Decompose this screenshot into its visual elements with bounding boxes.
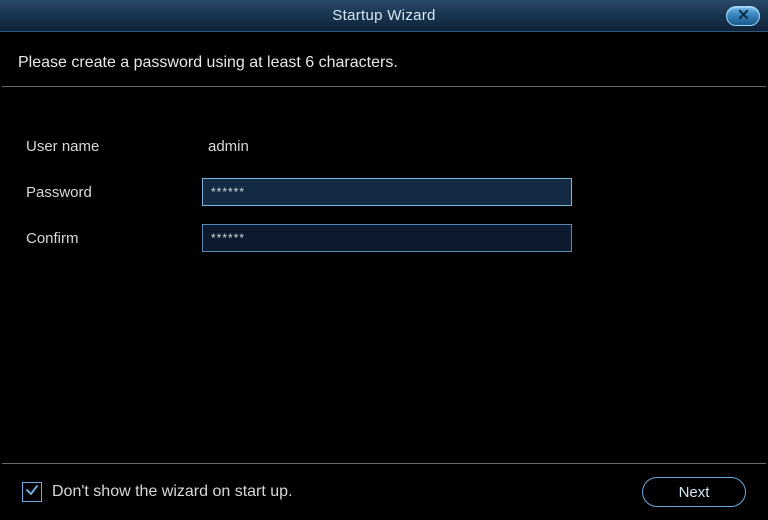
confirm-label: Confirm bbox=[26, 230, 202, 247]
password-row: Password bbox=[26, 177, 750, 207]
close-icon bbox=[738, 7, 749, 25]
close-button[interactable] bbox=[726, 6, 760, 26]
confirm-row: Confirm bbox=[26, 223, 750, 253]
window-title: Startup Wizard bbox=[332, 7, 435, 24]
instruction-text: Please create a password using at least … bbox=[0, 32, 768, 86]
username-value: admin bbox=[202, 138, 249, 155]
username-row: User name admin bbox=[26, 131, 750, 161]
next-button-label: Next bbox=[679, 484, 710, 501]
next-button[interactable]: Next bbox=[642, 477, 746, 507]
dont-show-checkbox[interactable] bbox=[22, 482, 42, 502]
titlebar: Startup Wizard bbox=[0, 0, 768, 32]
checkbox-group: Don't show the wizard on start up. bbox=[22, 482, 293, 502]
confirm-input[interactable] bbox=[202, 224, 572, 252]
form-area: User name admin Password Confirm bbox=[0, 87, 768, 253]
password-input[interactable] bbox=[202, 178, 572, 206]
username-label: User name bbox=[26, 138, 202, 155]
footer: Don't show the wizard on start up. Next bbox=[0, 464, 768, 520]
password-label: Password bbox=[26, 184, 202, 201]
checkbox-label: Don't show the wizard on start up. bbox=[52, 483, 293, 501]
check-icon bbox=[25, 483, 39, 502]
